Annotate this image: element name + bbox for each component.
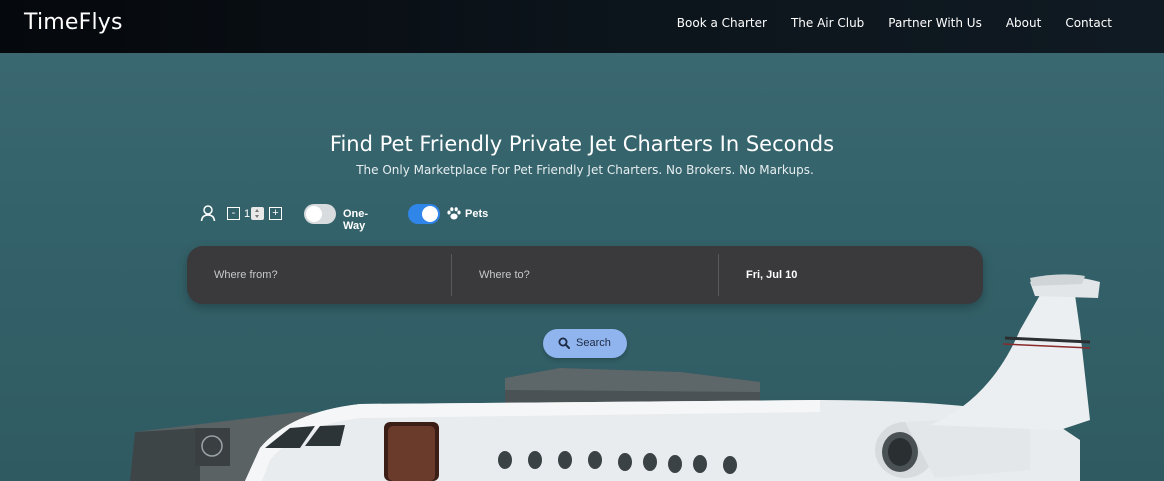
hero-background <box>0 0 1164 481</box>
nav-links: Book a Charter The Air Club Partner With… <box>677 16 1112 30</box>
search-icon <box>558 337 570 349</box>
jet-image <box>130 274 1100 481</box>
nav-contact[interactable]: Contact <box>1065 16 1112 30</box>
to-input[interactable] <box>452 246 718 304</box>
nav-the-air-club[interactable]: The Air Club <box>791 16 864 30</box>
passenger-spinner-icon[interactable] <box>251 207 264 220</box>
hero-title: Find Pet Friendly Private Jet Charters I… <box>329 132 835 156</box>
one-way-label: One-Way <box>343 208 369 232</box>
hero-subtitle: The Only Marketplace For Pet Friendly Je… <box>356 163 814 177</box>
pets-label: Pets <box>465 208 489 220</box>
nav-partner-with-us[interactable]: Partner With Us <box>888 16 982 30</box>
brand-logo[interactable]: TimeFlys <box>24 10 123 35</box>
pets-toggle[interactable] <box>408 204 440 224</box>
passenger-decrement-button[interactable]: - <box>227 207 240 220</box>
from-input[interactable] <box>187 246 452 304</box>
nav-about[interactable]: About <box>1006 16 1041 30</box>
from-field[interactable] <box>187 246 452 304</box>
one-way-toggle[interactable] <box>304 204 336 224</box>
passenger-increment-button[interactable]: + <box>269 207 282 220</box>
passenger-count[interactable]: 1 <box>244 208 250 220</box>
paw-icon <box>447 207 461 220</box>
search-button-label: Search <box>576 337 611 349</box>
date-field[interactable]: Fri, Jul 10 <box>718 246 983 304</box>
search-button[interactable]: Search <box>543 329 627 358</box>
top-navbar: TimeFlys Book a Charter The Air Club Par… <box>0 0 1164 53</box>
to-field[interactable] <box>452 246 718 304</box>
nav-book-a-charter[interactable]: Book a Charter <box>677 16 767 30</box>
date-value: Fri, Jul 10 <box>746 269 798 281</box>
search-bar: Fri, Jul 10 <box>187 246 983 304</box>
person-icon <box>200 205 216 222</box>
